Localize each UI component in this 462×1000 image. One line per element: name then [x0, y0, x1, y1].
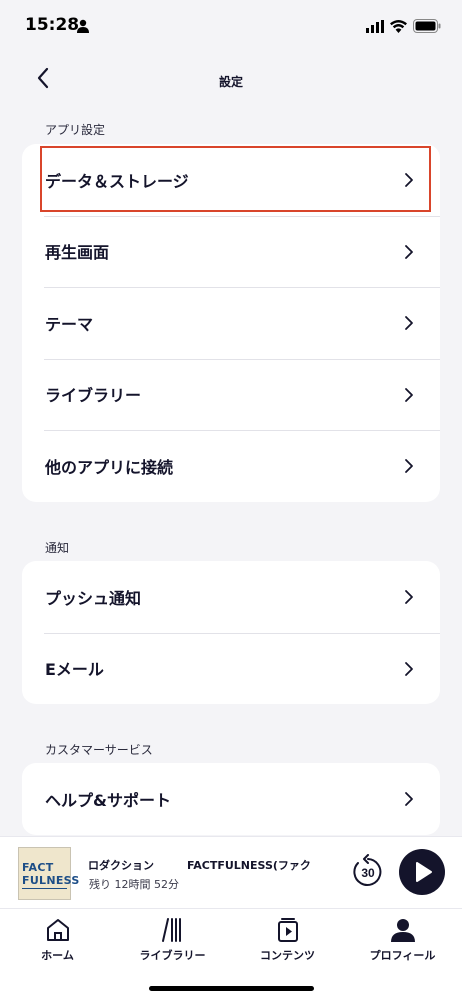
track-title-container: ロダクション FACTFULNESS(ファク	[88, 854, 320, 872]
wifi-icon	[390, 20, 407, 33]
track-title: ロダクション FACTFULNESS(ファク	[88, 859, 311, 872]
settings-item-theme[interactable]: テーマ	[22, 287, 440, 359]
tab-label: ライブラリー	[139, 949, 206, 962]
settings-item-label: 再生画面	[45, 243, 110, 263]
settings-item-library[interactable]: ライブラリー	[22, 358, 440, 431]
settings-item-data-storage[interactable]: データ＆ストレージ	[22, 144, 440, 216]
chevron-right-icon	[405, 244, 413, 259]
settings-item-label: テーマ	[45, 314, 94, 334]
book-cover[interactable]: FACT FULNESS	[18, 847, 79, 900]
nav-header: 設定	[0, 52, 462, 108]
tab-contents[interactable]: コンテンツ	[230, 909, 345, 969]
chevron-right-icon	[405, 316, 413, 330]
tab-bar: ホーム ライブラリー コンテンツ プロフィール	[0, 908, 462, 1000]
chevron-right-icon	[405, 459, 413, 473]
settings-card-notifications: プッシュ通知 Eメール	[22, 561, 440, 704]
book-cover-text: FACT FULNESS	[22, 861, 80, 887]
settings-card-customer-service: ヘルプ&サポート	[22, 763, 440, 835]
home-indicator	[149, 986, 314, 991]
section-label-customer-service: カスタマーサービス	[45, 743, 153, 757]
mini-player[interactable]: FACT FULNESS ロダクション FACTFULNESS(ファク 残り 1…	[0, 836, 462, 908]
chevron-right-icon	[405, 173, 413, 187]
status-time: 15:28	[25, 15, 80, 35]
section-label-app-settings: アプリ設定	[45, 123, 106, 137]
tab-label: ホーム	[41, 949, 74, 962]
settings-item-email[interactable]: Eメール	[22, 632, 440, 705]
tab-library[interactable]: ライブラリー	[115, 909, 230, 969]
time-remaining: 残り 12時間 52分	[89, 878, 179, 891]
settings-item-label: ライブラリー	[45, 386, 142, 406]
chevron-right-icon	[405, 387, 413, 402]
chevron-right-icon	[405, 661, 413, 676]
cellular-signal-icon	[366, 20, 384, 33]
tab-label: コンテンツ	[260, 949, 315, 962]
settings-item-label: データ＆ストレージ	[45, 171, 189, 191]
settings-item-playback-screen[interactable]: 再生画面	[22, 215, 440, 288]
chevron-right-icon	[405, 792, 413, 806]
home-icon	[47, 919, 69, 941]
page-title: 設定	[218, 75, 243, 89]
settings-item-label: Eメール	[45, 660, 104, 680]
status-bar: 15:28	[0, 0, 462, 52]
rewind-30-button[interactable]: 30	[350, 854, 386, 890]
play-button[interactable]	[399, 849, 445, 895]
settings-item-push-notifications[interactable]: プッシュ通知	[22, 561, 440, 633]
tab-home[interactable]: ホーム	[0, 909, 115, 969]
settings-card-app: データ＆ストレージ 再生画面 テーマ ライブラリー 他のアプリに接続	[22, 144, 440, 502]
settings-item-label: プッシュ通知	[45, 588, 142, 608]
contents-icon	[278, 918, 298, 942]
section-label-notifications: 通知	[45, 541, 70, 555]
settings-item-label: 他のアプリに接続	[45, 457, 174, 477]
play-icon	[416, 862, 432, 882]
library-icon	[162, 918, 181, 942]
tab-profile[interactable]: プロフィール	[345, 909, 460, 969]
rewind-seconds-label: 30	[361, 866, 375, 880]
person-icon	[77, 19, 89, 33]
profile-icon	[391, 919, 415, 942]
cover-divider	[22, 888, 67, 889]
chevron-right-icon	[405, 590, 413, 604]
battery-icon	[413, 19, 441, 33]
tab-label: プロフィール	[369, 949, 436, 962]
settings-item-label: ヘルプ&サポート	[45, 790, 171, 810]
settings-item-help-support[interactable]: ヘルプ&サポート	[22, 763, 440, 835]
settings-item-connect-apps[interactable]: 他のアプリに接続	[22, 430, 440, 502]
